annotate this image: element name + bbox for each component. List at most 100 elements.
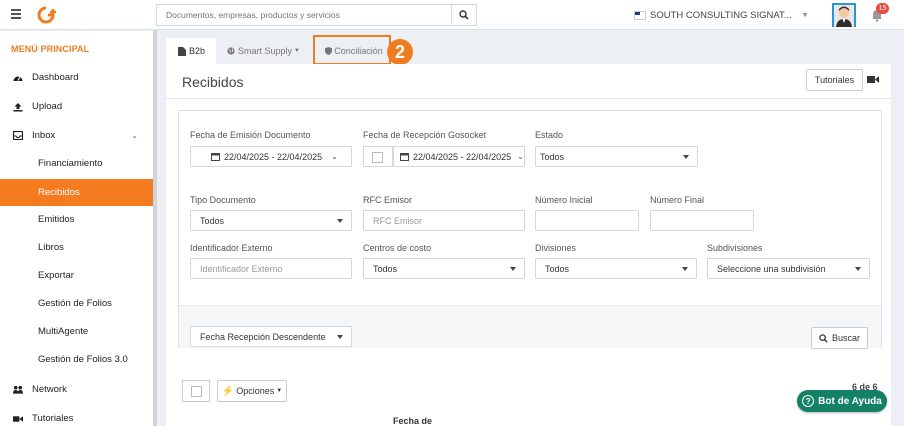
main-content: B2b Smart Supply ▼ Conciliación 2 Recibi… bbox=[166, 35, 891, 426]
caret-down-icon bbox=[855, 267, 861, 271]
caret-down-icon: ▼ bbox=[276, 388, 283, 394]
tab-smart-supply[interactable]: Smart Supply ▼ bbox=[227, 38, 307, 64]
numero-inicial-input[interactable] bbox=[535, 210, 639, 231]
sidebar-item-upload[interactable]: Upload bbox=[0, 93, 154, 120]
sidebar-title: MENÚ PRINCIPAL bbox=[11, 44, 90, 54]
fecha-emision-label: Fecha de Emisión Documento bbox=[190, 130, 311, 140]
company-selector[interactable]: SOUTH CONSULTING SIGNAT... ▼ bbox=[634, 8, 809, 405]
estado-label: Estado bbox=[535, 130, 564, 140]
caret-down-icon bbox=[682, 267, 688, 271]
filter-footer: Fecha Recepción Descendente bbox=[179, 305, 881, 348]
subdivisiones-select[interactable]: Seleccione una subdivisión bbox=[707, 258, 870, 279]
sidebar-item-network[interactable]: Network bbox=[0, 376, 154, 403]
select-all-checkbox[interactable] bbox=[182, 380, 210, 402]
search-icon bbox=[819, 333, 828, 343]
sidebar-sub-emitidos[interactable]: Emitidos bbox=[0, 206, 154, 233]
sidebar-sub-libros[interactable]: Libros bbox=[0, 234, 154, 261]
fecha-emision-value: 22/04/2025 - 22/04/2025 bbox=[224, 151, 323, 162]
numero-final-label: Número Final bbox=[650, 195, 705, 205]
tab-bar: B2b Smart Supply ▼ Conciliación bbox=[166, 38, 891, 64]
filter-box: Fecha de Emisión Documento 22/04/2025 - … bbox=[178, 110, 882, 348]
caret-down-icon bbox=[337, 219, 343, 223]
tab-b2b[interactable]: B2b bbox=[166, 38, 216, 64]
sidebar-sub-label: MultiAgente bbox=[38, 326, 89, 337]
sidebar-item-inbox[interactable]: Inbox ⌄ bbox=[0, 122, 154, 149]
caret-down-icon bbox=[683, 155, 689, 159]
chile-flag-icon bbox=[634, 10, 646, 405]
fecha-emision-range[interactable]: 22/04/2025 - 22/04/2025 ⌄ bbox=[190, 146, 352, 167]
tab-highlight-annotation bbox=[313, 35, 391, 65]
subdivisiones-value: Seleccione una subdivisión bbox=[717, 263, 826, 274]
centros-costo-select[interactable]: Todos bbox=[363, 258, 525, 279]
help-icon: ? bbox=[802, 395, 815, 407]
sidebar-item-label: Inbox bbox=[32, 130, 56, 141]
tipo-documento-select[interactable]: Todos bbox=[190, 210, 352, 231]
calendar-icon bbox=[211, 153, 220, 161]
globe-icon bbox=[227, 47, 235, 55]
rfc-emisor-input[interactable]: RFC Emisor bbox=[363, 210, 525, 231]
column-header-fecha[interactable]: Fecha de bbox=[393, 416, 432, 426]
caret-down-icon: ▼ bbox=[801, 11, 809, 19]
company-name: SOUTH CONSULTING SIGNAT... bbox=[650, 9, 792, 21]
divisiones-select[interactable]: Todos bbox=[535, 258, 697, 279]
orden-select[interactable]: Fecha Recepción Descendente bbox=[190, 326, 352, 347]
search-icon bbox=[459, 10, 469, 20]
sidebar-sub-recibidos[interactable]: Recibidos bbox=[0, 179, 154, 206]
sidebar-item-label: Network bbox=[32, 384, 67, 395]
estado-select[interactable]: Todos bbox=[535, 146, 698, 167]
divisiones-label: Divisiones bbox=[535, 243, 577, 253]
search-bar bbox=[156, 4, 477, 26]
inbox-icon bbox=[13, 131, 23, 141]
sidebar-sub-gestion-folios-3[interactable]: Gestión de Folios 3.0 bbox=[0, 346, 154, 373]
centros-costo-value: Todos bbox=[373, 263, 398, 274]
chevron-down-icon: ⌄ bbox=[517, 152, 524, 161]
numero-inicial-label: Número Inicial bbox=[535, 195, 593, 205]
orden-value: Fecha Recepción Descendente bbox=[200, 331, 326, 342]
subdivisiones-label: Subdivisiones bbox=[707, 243, 763, 253]
sidebar-sub-label: Gestión de Folios 3.0 bbox=[38, 354, 128, 365]
centros-costo-label: Centros de costo bbox=[363, 243, 432, 253]
chevron-down-icon: ⌄ bbox=[331, 152, 338, 161]
sidebar-sub-financiamiento[interactable]: Financiamiento bbox=[0, 150, 154, 177]
upload-icon bbox=[13, 102, 23, 112]
avatar[interactable] bbox=[832, 3, 856, 27]
sidebar-item-label: Dashboard bbox=[32, 72, 79, 83]
sidebar-sub-exportar[interactable]: Exportar bbox=[0, 262, 154, 289]
sidebar-item-label: Upload bbox=[32, 101, 63, 112]
sidebar-sub-label: Financiamiento bbox=[38, 158, 103, 169]
video-icon bbox=[13, 414, 23, 424]
sidebar-scrollbar[interactable] bbox=[153, 30, 157, 426]
tipo-documento-value: Todos bbox=[200, 215, 225, 226]
sidebar: MENÚ PRINCIPAL Dashboard Upload Inbox ⌄ … bbox=[0, 31, 154, 426]
fecha-recepcion-checkbox[interactable] bbox=[363, 146, 393, 167]
page-title: Recibidos bbox=[182, 74, 244, 90]
sidebar-item-dashboard[interactable]: Dashboard bbox=[0, 64, 154, 91]
tab-label: Smart Supply bbox=[238, 46, 293, 56]
opciones-button[interactable]: ⚡ Opciones ▼ bbox=[217, 380, 287, 402]
search-button[interactable] bbox=[451, 5, 476, 25]
video-camera-icon[interactable] bbox=[867, 75, 879, 84]
bolt-icon: ⚡ bbox=[221, 385, 235, 397]
fecha-recepcion-range[interactable]: 22/04/2025 - 22/04/2025 ⌄ bbox=[393, 146, 525, 167]
sidebar-item-tutoriales[interactable]: Tutoriales bbox=[0, 405, 154, 426]
chevron-down-icon: ⌄ bbox=[131, 131, 138, 140]
notification-badge: 15 bbox=[876, 3, 889, 14]
divider bbox=[166, 98, 891, 99]
content-panel: Recibidos Tutoriales Fecha de Emisión Do… bbox=[166, 64, 891, 426]
opciones-label: Opciones bbox=[236, 386, 275, 396]
fecha-recepcion-label: Fecha de Recepción Gosocket bbox=[363, 130, 487, 140]
tutoriales-button[interactable]: Tutoriales bbox=[806, 69, 863, 91]
numero-final-input[interactable] bbox=[650, 210, 754, 231]
search-input[interactable] bbox=[157, 5, 453, 25]
identificador-externo-input[interactable]: Identificador Externo bbox=[190, 258, 352, 279]
sidebar-sub-label: Emitidos bbox=[38, 214, 75, 225]
logo[interactable] bbox=[37, 6, 59, 24]
hamburger-menu-icon[interactable] bbox=[11, 9, 21, 19]
buscar-button[interactable]: Buscar bbox=[811, 327, 868, 349]
sidebar-sub-label: Exportar bbox=[38, 270, 74, 281]
sidebar-sub-gestion-folios[interactable]: Gestión de Folios bbox=[0, 290, 154, 317]
bot-de-ayuda-button[interactable]: ? Bot de Ayuda bbox=[797, 390, 887, 412]
caret-down-icon bbox=[510, 267, 516, 271]
estado-value: Todos bbox=[540, 151, 565, 162]
sidebar-sub-multiagente[interactable]: MultiAgente bbox=[0, 318, 154, 345]
